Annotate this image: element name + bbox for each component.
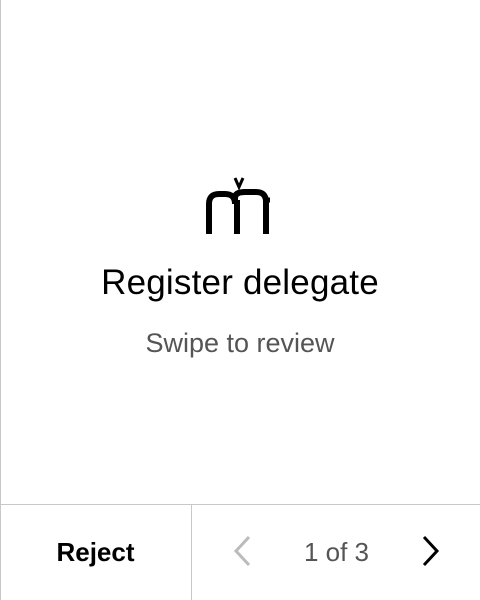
chevron-left-icon xyxy=(231,534,255,573)
mavryk-logo-icon xyxy=(206,176,272,238)
previous-page-button[interactable] xyxy=(223,533,263,573)
pager: 1 of 3 xyxy=(193,505,480,600)
operation-title: Register delegate xyxy=(101,263,379,302)
chevron-right-icon xyxy=(418,534,442,573)
review-content[interactable]: Register delegate Swipe to review xyxy=(0,0,480,504)
navigation-footer: Reject 1 of 3 xyxy=(0,504,480,600)
next-page-button[interactable] xyxy=(410,533,450,573)
reject-button[interactable]: Reject xyxy=(0,505,192,600)
swipe-hint: Swipe to review xyxy=(145,328,335,358)
